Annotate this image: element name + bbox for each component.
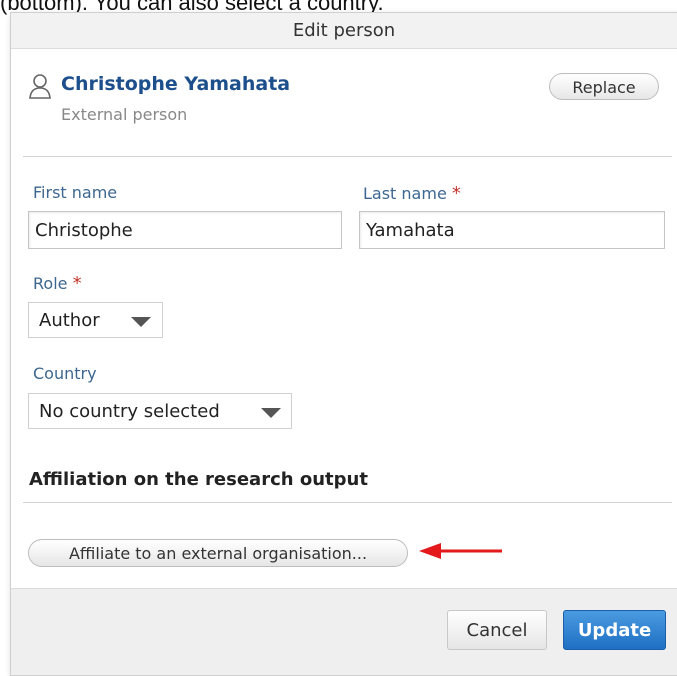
- divider: [23, 156, 672, 157]
- role-select[interactable]: Author: [28, 302, 163, 338]
- chevron-down-icon: [131, 317, 151, 327]
- required-asterisk: *: [451, 183, 461, 204]
- affiliation-section-title: Affiliation on the research output: [29, 469, 368, 490]
- cancel-button[interactable]: Cancel: [447, 610, 547, 650]
- country-select[interactable]: No country selected: [28, 393, 292, 429]
- dialog-footer: Cancel Update: [11, 588, 677, 675]
- role-label: Role *: [33, 273, 82, 294]
- person-icon: [29, 74, 51, 99]
- chevron-down-icon: [261, 408, 281, 418]
- first-name-label: First name: [33, 183, 118, 202]
- update-button[interactable]: Update: [563, 610, 666, 650]
- affiliate-external-organisation-button[interactable]: Affiliate to an external organisation...: [28, 539, 408, 567]
- divider: [23, 502, 672, 503]
- country-label: Country: [33, 364, 97, 383]
- replace-button[interactable]: Replace: [549, 73, 659, 100]
- edit-person-dialog: Edit person Christophe Yamahata External…: [10, 12, 677, 676]
- person-name-link[interactable]: Christophe Yamahata: [61, 73, 290, 95]
- first-name-input[interactable]: Christophe: [28, 211, 342, 249]
- required-asterisk: *: [72, 273, 82, 294]
- person-type-label: External person: [61, 105, 188, 124]
- last-name-label: Last name *: [363, 183, 461, 204]
- dialog-title: Edit person: [11, 13, 677, 49]
- annotation-arrow-icon: [419, 543, 502, 559]
- role-selected-value: Author: [39, 310, 100, 331]
- last-name-input[interactable]: Yamahata: [359, 211, 665, 249]
- country-selected-value: No country selected: [39, 401, 220, 422]
